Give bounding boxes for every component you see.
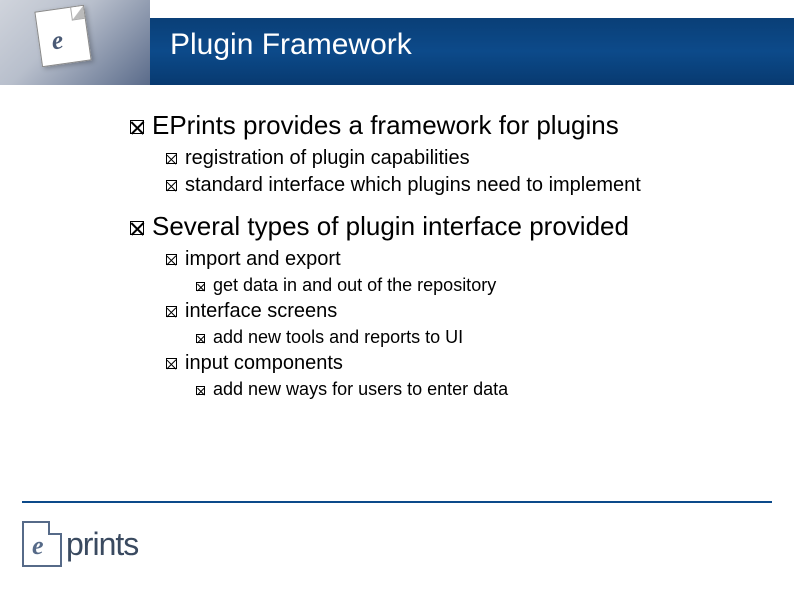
document-icon: e xyxy=(34,5,91,67)
bullet-box-icon xyxy=(130,221,144,235)
bullet-level3: add new ways for users to enter data xyxy=(196,379,754,400)
bullet-level1: EPrints provides a framework for plugins xyxy=(130,110,754,141)
bullet-box-icon xyxy=(196,334,205,343)
bullet-text: add new ways for users to enter data xyxy=(213,379,508,400)
title-bar: Plugin Framework xyxy=(150,18,794,85)
bullet-box-icon xyxy=(166,254,177,265)
bullet-level1: Several types of plugin interface provid… xyxy=(130,211,754,242)
bullet-box-icon xyxy=(196,282,205,291)
bullet-level2: interface screens xyxy=(166,300,754,323)
footer-divider xyxy=(22,501,772,503)
bullet-text: Several types of plugin interface provid… xyxy=(152,211,629,242)
bullet-text: registration of plugin capabilities xyxy=(185,147,470,170)
bullet-text: EPrints provides a framework for plugins xyxy=(152,110,619,141)
header-spacer xyxy=(150,0,794,18)
slide-content: EPrints provides a framework for plugins… xyxy=(130,110,754,404)
bullet-level2: standard interface which plugins need to… xyxy=(166,174,754,197)
bullet-box-icon xyxy=(166,180,177,191)
bullet-text: standard interface which plugins need to… xyxy=(185,174,641,197)
bullet-level3: get data in and out of the repository xyxy=(196,275,754,296)
slide-title: Plugin Framework xyxy=(170,28,412,62)
bullet-box-icon xyxy=(166,358,177,369)
logo-document-icon: e xyxy=(22,521,62,567)
bullet-text: import and export xyxy=(185,248,341,271)
bullet-level2: input components xyxy=(166,352,754,375)
bullet-box-icon xyxy=(166,153,177,164)
icon-letter-e: e xyxy=(50,25,66,56)
bullet-text: interface screens xyxy=(185,300,337,323)
logo-letter-e: e xyxy=(32,531,44,561)
logo-text: prints xyxy=(66,526,138,563)
bullet-box-icon xyxy=(196,386,205,395)
header-decorative-image: e xyxy=(0,0,150,85)
footer-logo: e prints xyxy=(22,521,138,567)
spacer xyxy=(130,201,754,211)
bullet-level2: registration of plugin capabilities xyxy=(166,147,754,170)
bullet-level2: import and export xyxy=(166,248,754,271)
bullet-text: get data in and out of the repository xyxy=(213,275,496,296)
bullet-level3: add new tools and reports to UI xyxy=(196,327,754,348)
bullet-box-icon xyxy=(130,120,144,134)
bullet-text: add new tools and reports to UI xyxy=(213,327,463,348)
bullet-box-icon xyxy=(166,306,177,317)
bullet-text: input components xyxy=(185,352,343,375)
